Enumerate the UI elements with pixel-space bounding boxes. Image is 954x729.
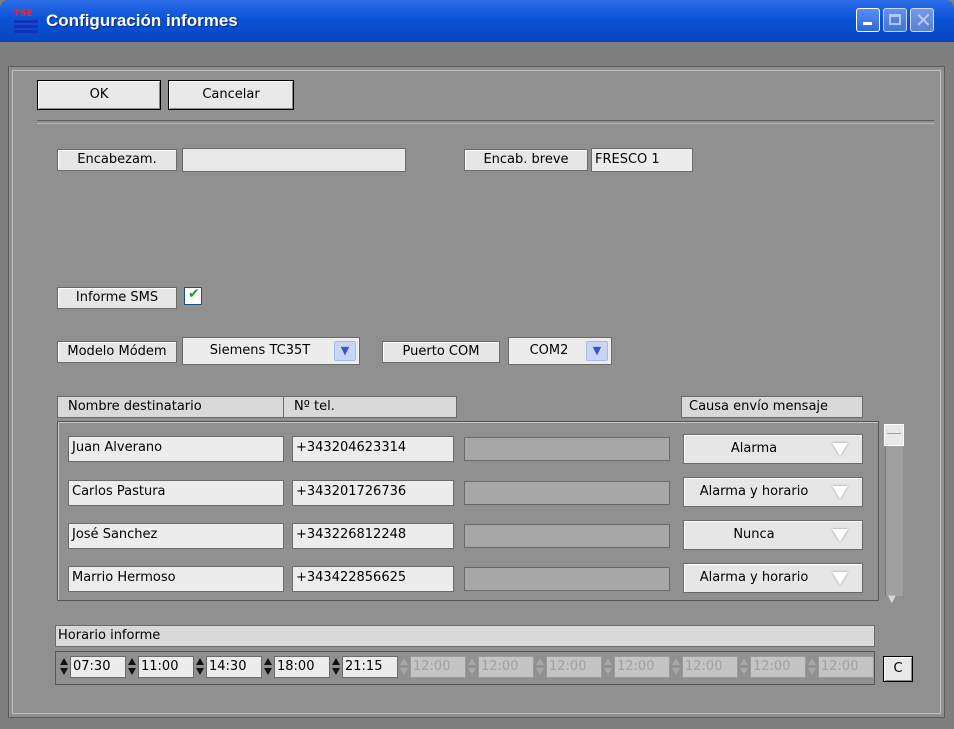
maximize-button[interactable] [883, 8, 907, 32]
spin-arrows-icon[interactable] [59, 656, 69, 678]
recipient-extra-field [464, 437, 670, 461]
spin-arrows-icon [535, 656, 545, 678]
time-input[interactable]: 18:00 [274, 656, 330, 678]
recipient-extra-field [464, 567, 670, 591]
time-input[interactable]: 21:15 [342, 656, 398, 678]
recipient-name-input[interactable]: Juan Alverano [68, 436, 284, 462]
scrollbar-thumb[interactable] [884, 424, 904, 446]
informe-sms-checkbox[interactable]: ✔ [184, 286, 202, 305]
recipient-phone-input[interactable]: +343422856625 [292, 566, 454, 592]
spin-arrows-icon[interactable] [331, 656, 341, 678]
recipient-phone-input[interactable]: +343226812248 [292, 523, 454, 549]
close-icon: ✕ [915, 8, 932, 32]
spin-arrows-icon [399, 656, 409, 678]
header-recipient-name: Nombre destinatario [57, 396, 285, 418]
time-spinner[interactable]: 11:00 [127, 656, 195, 678]
recipient-cause-value: Alarma y horario [699, 570, 809, 585]
spin-arrows-icon [739, 656, 749, 678]
ok-button[interactable]: OK [37, 80, 161, 110]
recipient-extra-field [464, 524, 670, 548]
encab-breve-input[interactable]: FRESCO 1 [591, 148, 693, 172]
header-send-cause: Causa envío mensaje [681, 396, 863, 418]
encabezam-button[interactable]: Encabezam. [57, 149, 177, 171]
time-input: 12:00 [546, 656, 602, 678]
time-input: 12:00 [750, 656, 806, 678]
time-input[interactable]: 14:30 [206, 656, 262, 678]
recipient-cause-value: Alarma y horario [699, 484, 809, 499]
recipient-cause-value: Nunca [733, 527, 775, 542]
app-logo-text: TSE [14, 9, 33, 19]
clear-schedule-button[interactable]: C [883, 656, 913, 682]
time-spinner[interactable]: 21:15 [331, 656, 399, 678]
window-title: Configuración informes [46, 11, 238, 30]
time-spinner: 12:00 [535, 656, 603, 678]
time-input: 12:00 [818, 656, 874, 678]
minimize-button[interactable] [856, 8, 880, 32]
recipients-scrollbar[interactable] [885, 424, 903, 596]
time-spinner: 12:00 [739, 656, 807, 678]
close-button[interactable]: ✕ [910, 8, 934, 32]
cancel-button[interactable]: Cancelar [168, 80, 294, 110]
header-phone: Nº tel. [283, 396, 457, 418]
dropdown-triangle-icon [832, 486, 848, 499]
spin-arrows-icon[interactable] [127, 656, 137, 678]
time-spinner[interactable]: 07:30 [59, 656, 127, 678]
encabezam-input[interactable] [182, 148, 406, 172]
report-schedule-label: Horario informe [55, 625, 875, 647]
time-input: 12:00 [478, 656, 534, 678]
encab-breve-button[interactable]: Encab. breve [464, 149, 588, 171]
recipient-name-input[interactable]: Carlos Pastura [68, 480, 284, 506]
time-spinner: 12:00 [807, 656, 875, 678]
informe-sms-label: Informe SMS [57, 287, 177, 309]
time-spinner: 12:00 [467, 656, 535, 678]
chevron-down-icon[interactable]: ▼ [586, 341, 608, 361]
spin-arrows-icon[interactable] [263, 656, 273, 678]
recipient-extra-field [464, 481, 670, 505]
com-port-value: COM2 [529, 343, 569, 358]
time-input: 12:00 [410, 656, 466, 678]
recipient-cause-select[interactable]: Alarma y horario [683, 477, 863, 507]
recipient-cause-select[interactable]: Alarma y horario [683, 563, 863, 593]
dropdown-triangle-icon [832, 529, 848, 542]
minimize-icon [863, 22, 872, 25]
dropdown-triangle-icon [832, 443, 848, 456]
recipient-name-input[interactable]: José Sanchez [68, 523, 284, 549]
recipient-name-input[interactable]: Marrio Hermoso [68, 566, 284, 592]
title-bar[interactable]: TSE Configuración informes ✕ [0, 0, 954, 42]
dropdown-triangle-icon [832, 572, 848, 585]
chevron-down-icon[interactable]: ▼ [334, 341, 356, 361]
spin-arrows-icon [603, 656, 613, 678]
modem-model-value: Siemens TC35T [209, 343, 311, 358]
spin-arrows-icon [467, 656, 477, 678]
time-input: 12:00 [682, 656, 738, 678]
modem-model-select[interactable]: Siemens TC35T ▼ [182, 337, 360, 365]
com-port-label: Puerto COM [382, 341, 500, 363]
scroll-down-icon[interactable]: ▼ [888, 594, 896, 605]
time-spinner: 12:00 [399, 656, 467, 678]
report-config-window: TSE Configuración informes ✕ OK Cancelar… [0, 0, 954, 729]
check-icon: ✔ [188, 286, 200, 302]
time-spinner: 12:00 [671, 656, 739, 678]
maximize-icon [889, 14, 901, 25]
spin-arrows-icon [671, 656, 681, 678]
time-spinner[interactable]: 14:30 [195, 656, 263, 678]
spin-arrows-icon [807, 656, 817, 678]
com-port-select[interactable]: COM2 ▼ [508, 337, 612, 365]
recipient-phone-input[interactable]: +343201726736 [292, 480, 454, 506]
time-input: 12:00 [614, 656, 670, 678]
time-spinner: 12:00 [603, 656, 671, 678]
time-input[interactable]: 11:00 [138, 656, 194, 678]
recipient-cause-select[interactable]: Nunca [683, 520, 863, 550]
time-spinner[interactable]: 18:00 [263, 656, 331, 678]
toolbar-separator [37, 120, 934, 124]
recipient-cause-select[interactable]: Alarma [683, 434, 863, 464]
modem-model-label: Modelo Módem [57, 341, 177, 363]
recipient-cause-value: Alarma [730, 441, 778, 456]
spin-arrows-icon[interactable] [195, 656, 205, 678]
app-logo-icon: TSE [14, 9, 38, 33]
time-input[interactable]: 07:30 [70, 656, 126, 678]
recipient-phone-input[interactable]: +343204623314 [292, 436, 454, 462]
